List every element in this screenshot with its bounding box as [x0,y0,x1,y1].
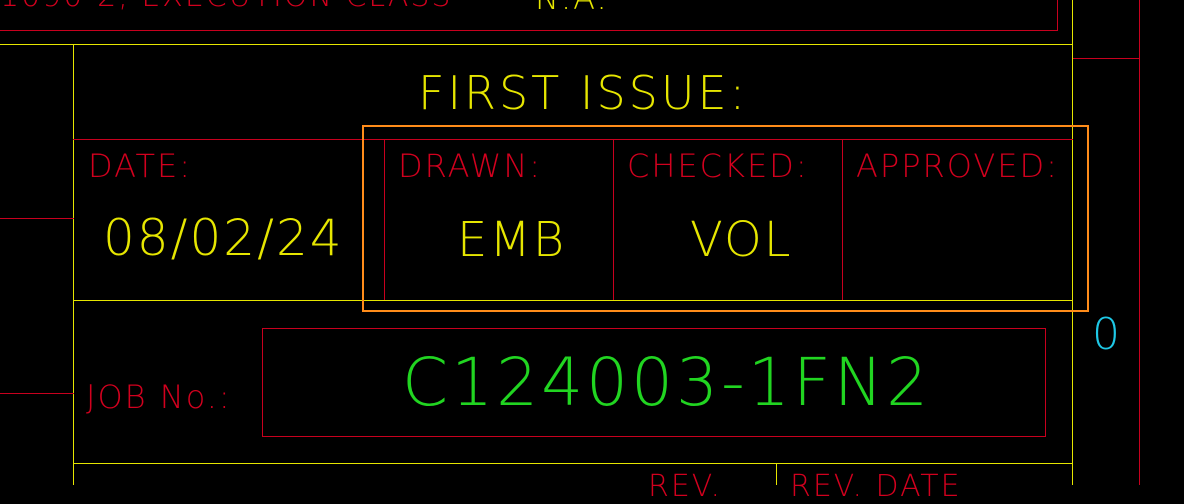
outer-left-line-1 [0,218,74,219]
frame-lower-line [73,463,1073,464]
outer-right-horizontal [1073,58,1140,59]
top-strip-right-line [1057,0,1058,31]
date-label: DATE: [88,147,193,185]
rev-label: REV. [648,469,722,504]
cyan-marker: 0 [1092,309,1120,360]
outer-right-vertical [1139,0,1140,485]
frame-left-line [73,44,74,485]
execution-class-value: N.A. [535,0,609,14]
rev-date-label: REV. DATE [790,469,962,504]
frame-top-line [0,44,1073,45]
job-number-value: C124003-1FN2 [402,344,932,421]
selection-highlight[interactable] [362,125,1089,312]
execution-class-text: 1090-2, EXECUTION CLASS [0,0,452,12]
rev-divider-line [776,463,777,485]
first-issue-label: FIRST ISSUE: [418,66,749,120]
job-number-label: JOB No.: [86,378,232,416]
top-strip-bottom-line [0,30,1058,31]
outer-left-line-2 [0,393,74,394]
date-value: 08/02/24 [103,209,344,267]
